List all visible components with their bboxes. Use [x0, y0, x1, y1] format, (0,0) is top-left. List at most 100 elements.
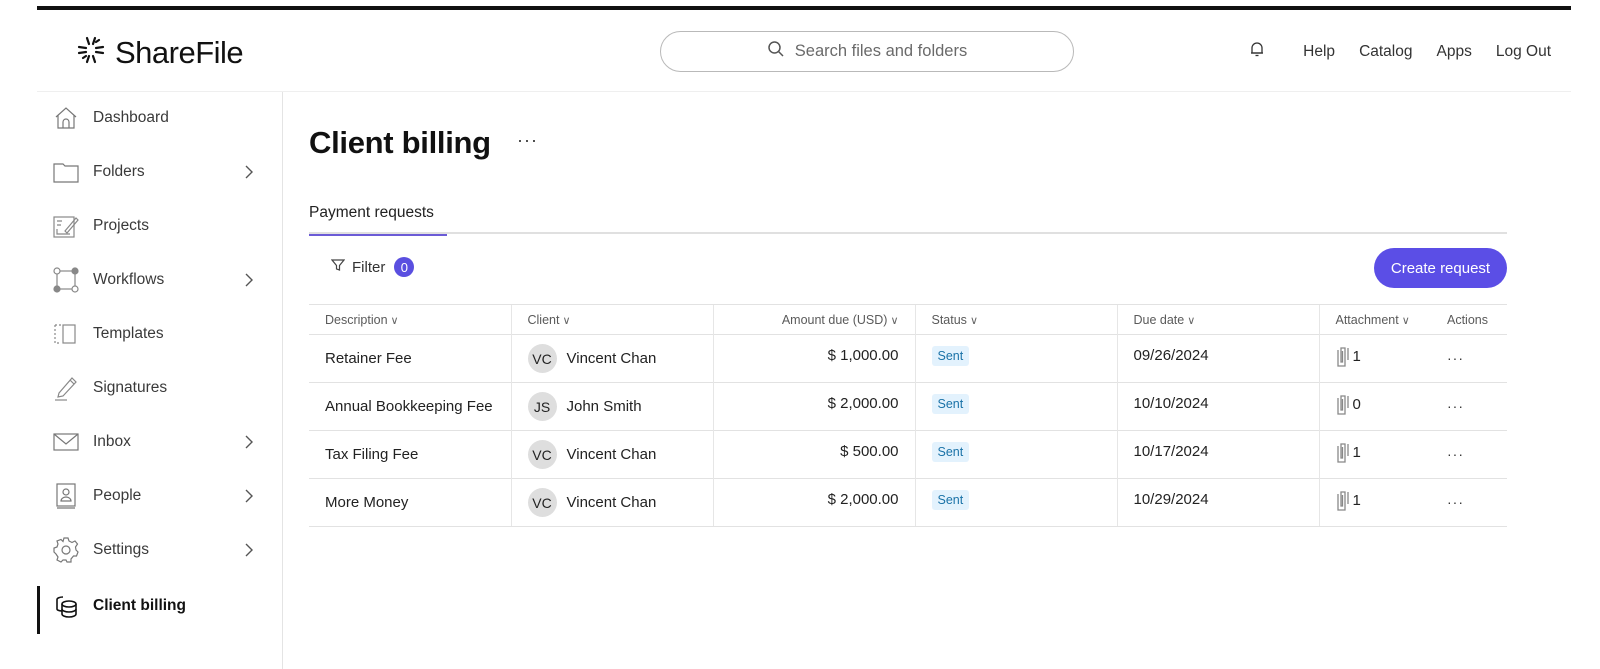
sidebar-item-label: Folders [93, 163, 145, 180]
column-label: Due date [1133, 312, 1185, 327]
header-nav: Help Catalog Apps Log Out [1249, 40, 1551, 63]
create-request-button[interactable]: Create request [1374, 248, 1507, 288]
due-date-text: 09/26/2024 [1133, 347, 1209, 364]
attachment-count-text: 1 [1352, 492, 1361, 509]
apps-link[interactable]: Apps [1437, 43, 1472, 61]
attachment-cell[interactable]: 1 [1318, 334, 1431, 383]
sidebar: Dashboard Folders Projects Workflows Tem… [37, 92, 283, 669]
sidebar-item-signatures[interactable]: Signatures [37, 368, 283, 408]
paperclip-icon [1336, 442, 1349, 463]
sidebar-item-label: Settings [93, 541, 150, 558]
column-label: Status [931, 312, 967, 327]
chevron-down-icon: ∨ [1401, 314, 1410, 327]
bell-icon[interactable] [1249, 40, 1265, 63]
avatar: VC [527, 488, 557, 517]
status-cell: Sent [914, 382, 1117, 431]
description-text: Tax Filing Fee [325, 446, 419, 463]
column-header-status[interactable]: Status ∨ [914, 304, 1117, 335]
attachment-count[interactable]: 1 [1336, 490, 1361, 512]
column-header-amount-due[interactable]: Amount due (USD) ∨ [712, 304, 915, 335]
attachment-count-text: 1 [1352, 444, 1361, 461]
app-window: ShareFile Search files and folders Help … [37, 0, 1571, 669]
sidebar-item-folders[interactable]: Folders [37, 152, 283, 192]
sidebar-item-projects[interactable]: Projects [37, 206, 283, 246]
tab-payment-requests[interactable]: Payment requests [309, 204, 447, 236]
sidebar-item-inbox[interactable]: Inbox [37, 422, 283, 462]
chevron-right-icon [245, 489, 253, 503]
sidebar-item-label: Client billing [93, 597, 186, 614]
filter-button[interactable]: Filter 0 [330, 257, 415, 277]
due-date-cell: 09/26/2024 [1116, 334, 1319, 383]
attachment-count[interactable]: 1 [1336, 442, 1361, 464]
page-more-button[interactable]: ··· [517, 130, 538, 151]
help-link[interactable]: Help [1303, 43, 1335, 61]
home-icon [53, 105, 79, 131]
column-header-client[interactable]: Client ∨ [510, 304, 713, 335]
column-header-due-date[interactable]: Due date ∨ [1116, 304, 1319, 335]
column-label: Description [325, 312, 388, 327]
filter-count-badge: 0 [394, 257, 415, 277]
actions-cell: ··· [1431, 430, 1507, 479]
avatar: VC [527, 344, 557, 373]
actions-cell: ··· [1431, 478, 1507, 527]
row-actions-button[interactable]: ··· [1447, 350, 1464, 366]
attachment-count-text: 1 [1352, 348, 1361, 365]
attachment-count[interactable]: 0 [1336, 394, 1361, 416]
catalog-link[interactable]: Catalog [1359, 43, 1412, 61]
sidebar-item-workflows[interactable]: Workflows [37, 260, 283, 300]
projects-icon [53, 213, 79, 239]
envelope-icon [53, 429, 79, 455]
client-cell: VC Vincent Chan [510, 478, 713, 527]
chevron-right-icon [245, 165, 253, 179]
row-actions-button[interactable]: ··· [1447, 494, 1464, 510]
sidebar-item-label: People [93, 487, 142, 504]
amount-text: $ 1,000.00 [827, 347, 899, 364]
due-date-text: 10/29/2024 [1133, 491, 1209, 508]
sidebar-item-label: Workflows [93, 271, 165, 288]
main-content: Client billing ··· Payment requests Filt… [309, 92, 1571, 669]
logo[interactable]: ShareFile [75, 34, 244, 71]
table-row[interactable]: Annual Bookkeeping Fee JS John Smith $ 2,… [309, 382, 1507, 431]
search-input[interactable]: Search files and folders [660, 31, 1074, 72]
sidebar-item-label: Dashboard [93, 109, 169, 126]
chevron-down-icon: ∨ [390, 314, 399, 327]
table-row[interactable]: Retainer Fee VC Vincent Chan $ 1,000.00 S… [309, 334, 1507, 383]
client-name: Vincent Chan [566, 494, 657, 511]
coins-icon [53, 593, 79, 619]
sidebar-item-settings[interactable]: Settings [37, 530, 283, 570]
column-header-description[interactable]: Description ∨ [309, 304, 511, 335]
templates-icon [53, 321, 79, 347]
log-out-link[interactable]: Log Out [1496, 43, 1551, 61]
contact-book-icon [53, 483, 79, 509]
status-cell: Sent [914, 430, 1117, 479]
sidebar-item-people[interactable]: People [37, 476, 283, 516]
status-badge: Sent [931, 393, 970, 414]
amount-text: $ 2,000.00 [827, 491, 899, 508]
folder-icon [53, 159, 79, 185]
status-badge: Sent [931, 441, 970, 462]
attachment-count[interactable]: 1 [1336, 346, 1361, 368]
sidebar-item-dashboard[interactable]: Dashboard [37, 98, 283, 138]
column-header-attachment[interactable]: Attachment ∨ [1318, 304, 1431, 335]
sidebar-item-label: Templates [93, 325, 164, 342]
attachment-cell[interactable]: 1 [1318, 430, 1431, 479]
row-actions-button[interactable]: ··· [1447, 446, 1464, 462]
column-header-actions: Actions [1431, 304, 1507, 335]
sidebar-item-label: Inbox [93, 433, 131, 450]
sidebar-item-client-billing[interactable]: Client billing [37, 586, 283, 634]
client-cell: JS John Smith [510, 382, 713, 431]
client-cell: VC Vincent Chan [510, 430, 713, 479]
row-actions-button[interactable]: ··· [1447, 398, 1464, 414]
amount-cell: $ 2,000.00 [712, 382, 915, 431]
sidebar-item-templates[interactable]: Templates [37, 314, 283, 354]
logo-text: ShareFile [115, 34, 244, 70]
table-row[interactable]: Tax Filing Fee VC Vincent Chan $ 500.00 S… [309, 430, 1507, 479]
attachment-cell[interactable]: 1 [1318, 478, 1431, 527]
attachment-cell[interactable]: 0 [1318, 382, 1431, 431]
filter-funnel-icon [330, 258, 346, 276]
actions-cell: ··· [1431, 382, 1507, 431]
chevron-down-icon: ∨ [969, 314, 978, 327]
column-label: Client [527, 312, 560, 327]
due-date-cell: 10/29/2024 [1116, 478, 1319, 527]
table-row[interactable]: More Money VC Vincent Chan $ 2,000.00 Sen… [309, 478, 1507, 527]
